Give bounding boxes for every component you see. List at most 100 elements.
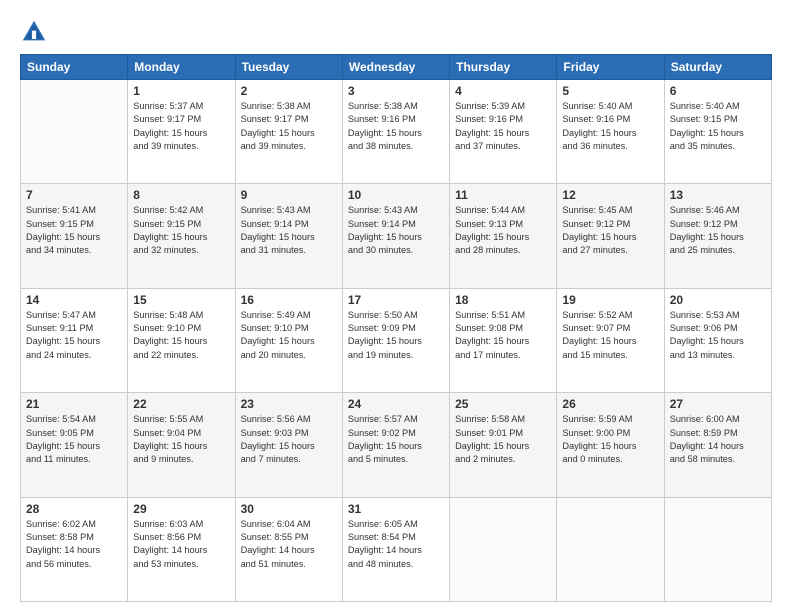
day-number: 23: [241, 397, 337, 411]
day-info: Sunrise: 5:38 AM Sunset: 9:17 PM Dayligh…: [241, 100, 337, 153]
calendar-cell: 10 Sunrise: 5:43 AM Sunset: 9:14 PM Dayli…: [342, 184, 449, 288]
day-info: Sunrise: 5:56 AM Sunset: 9:03 PM Dayligh…: [241, 413, 337, 466]
day-number: 10: [348, 188, 444, 202]
day-info: Sunrise: 5:43 AM Sunset: 9:14 PM Dayligh…: [241, 204, 337, 257]
day-info: Sunrise: 5:49 AM Sunset: 9:10 PM Dayligh…: [241, 309, 337, 362]
day-info: Sunrise: 5:40 AM Sunset: 9:15 PM Dayligh…: [670, 100, 766, 153]
calendar-week-row: 14 Sunrise: 5:47 AM Sunset: 9:11 PM Dayli…: [21, 288, 772, 392]
calendar-header-sunday: Sunday: [21, 55, 128, 80]
day-info: Sunrise: 5:54 AM Sunset: 9:05 PM Dayligh…: [26, 413, 122, 466]
logo: [20, 18, 52, 46]
calendar-cell: [450, 497, 557, 601]
calendar-cell: 4 Sunrise: 5:39 AM Sunset: 9:16 PM Daylig…: [450, 80, 557, 184]
logo-icon: [20, 18, 48, 46]
day-number: 16: [241, 293, 337, 307]
calendar-cell: 27Sunrise: 6:00 AM Sunset: 8:59 PM Dayli…: [664, 393, 771, 497]
calendar-cell: 24 Sunrise: 5:57 AM Sunset: 9:02 PM Dayli…: [342, 393, 449, 497]
day-info: Sunrise: 5:43 AM Sunset: 9:14 PM Dayligh…: [348, 204, 444, 257]
calendar-week-row: 7 Sunrise: 5:41 AM Sunset: 9:15 PM Daylig…: [21, 184, 772, 288]
calendar-cell: 22 Sunrise: 5:55 AM Sunset: 9:04 PM Dayli…: [128, 393, 235, 497]
day-info: Sunrise: 6:04 AM Sunset: 8:55 PM Dayligh…: [241, 518, 337, 571]
day-number: 24: [348, 397, 444, 411]
calendar-cell: 25Sunrise: 5:58 AM Sunset: 9:01 PM Dayli…: [450, 393, 557, 497]
day-info: Sunrise: 5:40 AM Sunset: 9:16 PM Dayligh…: [562, 100, 658, 153]
day-number: 15: [133, 293, 229, 307]
day-info: Sunrise: 5:41 AM Sunset: 9:15 PM Dayligh…: [26, 204, 122, 257]
calendar-cell: [664, 497, 771, 601]
calendar-header-saturday: Saturday: [664, 55, 771, 80]
day-number: 31: [348, 502, 444, 516]
day-info: Sunrise: 6:00 AM Sunset: 8:59 PM Dayligh…: [670, 413, 766, 466]
calendar-week-row: 21 Sunrise: 5:54 AM Sunset: 9:05 PM Dayli…: [21, 393, 772, 497]
day-number: 2: [241, 84, 337, 98]
day-info: Sunrise: 6:05 AM Sunset: 8:54 PM Dayligh…: [348, 518, 444, 571]
day-number: 30: [241, 502, 337, 516]
day-info: Sunrise: 5:39 AM Sunset: 9:16 PM Dayligh…: [455, 100, 551, 153]
day-number: 9: [241, 188, 337, 202]
day-info: Sunrise: 5:42 AM Sunset: 9:15 PM Dayligh…: [133, 204, 229, 257]
page: SundayMondayTuesdayWednesdayThursdayFrid…: [0, 0, 792, 612]
day-info: Sunrise: 5:37 AM Sunset: 9:17 PM Dayligh…: [133, 100, 229, 153]
calendar-cell: 12Sunrise: 5:45 AM Sunset: 9:12 PM Dayli…: [557, 184, 664, 288]
calendar-cell: 18Sunrise: 5:51 AM Sunset: 9:08 PM Dayli…: [450, 288, 557, 392]
day-info: Sunrise: 5:57 AM Sunset: 9:02 PM Dayligh…: [348, 413, 444, 466]
calendar-cell: 15Sunrise: 5:48 AM Sunset: 9:10 PM Dayli…: [128, 288, 235, 392]
calendar-cell: 8 Sunrise: 5:42 AM Sunset: 9:15 PM Daylig…: [128, 184, 235, 288]
calendar-cell: 26 Sunrise: 5:59 AM Sunset: 9:00 PM Dayli…: [557, 393, 664, 497]
day-number: 28: [26, 502, 122, 516]
calendar-cell: 30 Sunrise: 6:04 AM Sunset: 8:55 PM Dayli…: [235, 497, 342, 601]
calendar-cell: 13 Sunrise: 5:46 AM Sunset: 9:12 PM Dayli…: [664, 184, 771, 288]
day-info: Sunrise: 5:55 AM Sunset: 9:04 PM Dayligh…: [133, 413, 229, 466]
calendar-cell: 17 Sunrise: 5:50 AM Sunset: 9:09 PM Dayli…: [342, 288, 449, 392]
day-number: 14: [26, 293, 122, 307]
calendar-cell: [21, 80, 128, 184]
day-number: 19: [562, 293, 658, 307]
day-number: 8: [133, 188, 229, 202]
day-info: Sunrise: 5:50 AM Sunset: 9:09 PM Dayligh…: [348, 309, 444, 362]
calendar-cell: 11 Sunrise: 5:44 AM Sunset: 9:13 PM Dayli…: [450, 184, 557, 288]
calendar-cell: 29Sunrise: 6:03 AM Sunset: 8:56 PM Dayli…: [128, 497, 235, 601]
calendar-header-monday: Monday: [128, 55, 235, 80]
day-number: 7: [26, 188, 122, 202]
calendar-header-row: SundayMondayTuesdayWednesdayThursdayFrid…: [21, 55, 772, 80]
day-number: 11: [455, 188, 551, 202]
calendar-cell: [557, 497, 664, 601]
calendar-cell: 20 Sunrise: 5:53 AM Sunset: 9:06 PM Dayli…: [664, 288, 771, 392]
day-info: Sunrise: 5:53 AM Sunset: 9:06 PM Dayligh…: [670, 309, 766, 362]
calendar-week-row: 1Sunrise: 5:37 AM Sunset: 9:17 PM Daylig…: [21, 80, 772, 184]
calendar-cell: 9 Sunrise: 5:43 AM Sunset: 9:14 PM Daylig…: [235, 184, 342, 288]
header: [20, 18, 772, 46]
calendar-cell: 19 Sunrise: 5:52 AM Sunset: 9:07 PM Dayli…: [557, 288, 664, 392]
day-info: Sunrise: 5:46 AM Sunset: 9:12 PM Dayligh…: [670, 204, 766, 257]
calendar-table: SundayMondayTuesdayWednesdayThursdayFrid…: [20, 54, 772, 602]
calendar-header-thursday: Thursday: [450, 55, 557, 80]
calendar-cell: 28 Sunrise: 6:02 AM Sunset: 8:58 PM Dayli…: [21, 497, 128, 601]
day-number: 13: [670, 188, 766, 202]
day-number: 21: [26, 397, 122, 411]
day-number: 22: [133, 397, 229, 411]
day-number: 6: [670, 84, 766, 98]
day-info: Sunrise: 5:38 AM Sunset: 9:16 PM Dayligh…: [348, 100, 444, 153]
calendar-header-tuesday: Tuesday: [235, 55, 342, 80]
calendar-cell: 21 Sunrise: 5:54 AM Sunset: 9:05 PM Dayli…: [21, 393, 128, 497]
calendar-cell: 6 Sunrise: 5:40 AM Sunset: 9:15 PM Daylig…: [664, 80, 771, 184]
calendar-cell: 23 Sunrise: 5:56 AM Sunset: 9:03 PM Dayli…: [235, 393, 342, 497]
day-info: Sunrise: 5:47 AM Sunset: 9:11 PM Dayligh…: [26, 309, 122, 362]
day-info: Sunrise: 5:52 AM Sunset: 9:07 PM Dayligh…: [562, 309, 658, 362]
day-number: 18: [455, 293, 551, 307]
day-number: 12: [562, 188, 658, 202]
calendar-cell: 1Sunrise: 5:37 AM Sunset: 9:17 PM Daylig…: [128, 80, 235, 184]
calendar-cell: 31 Sunrise: 6:05 AM Sunset: 8:54 PM Dayli…: [342, 497, 449, 601]
day-number: 20: [670, 293, 766, 307]
day-info: Sunrise: 6:02 AM Sunset: 8:58 PM Dayligh…: [26, 518, 122, 571]
calendar-header-wednesday: Wednesday: [342, 55, 449, 80]
day-number: 25: [455, 397, 551, 411]
day-info: Sunrise: 5:59 AM Sunset: 9:00 PM Dayligh…: [562, 413, 658, 466]
calendar-cell: 2 Sunrise: 5:38 AM Sunset: 9:17 PM Daylig…: [235, 80, 342, 184]
day-number: 4: [455, 84, 551, 98]
day-number: 17: [348, 293, 444, 307]
day-number: 26: [562, 397, 658, 411]
calendar-cell: 16 Sunrise: 5:49 AM Sunset: 9:10 PM Dayli…: [235, 288, 342, 392]
day-info: Sunrise: 5:44 AM Sunset: 9:13 PM Dayligh…: [455, 204, 551, 257]
calendar-cell: 5Sunrise: 5:40 AM Sunset: 9:16 PM Daylig…: [557, 80, 664, 184]
